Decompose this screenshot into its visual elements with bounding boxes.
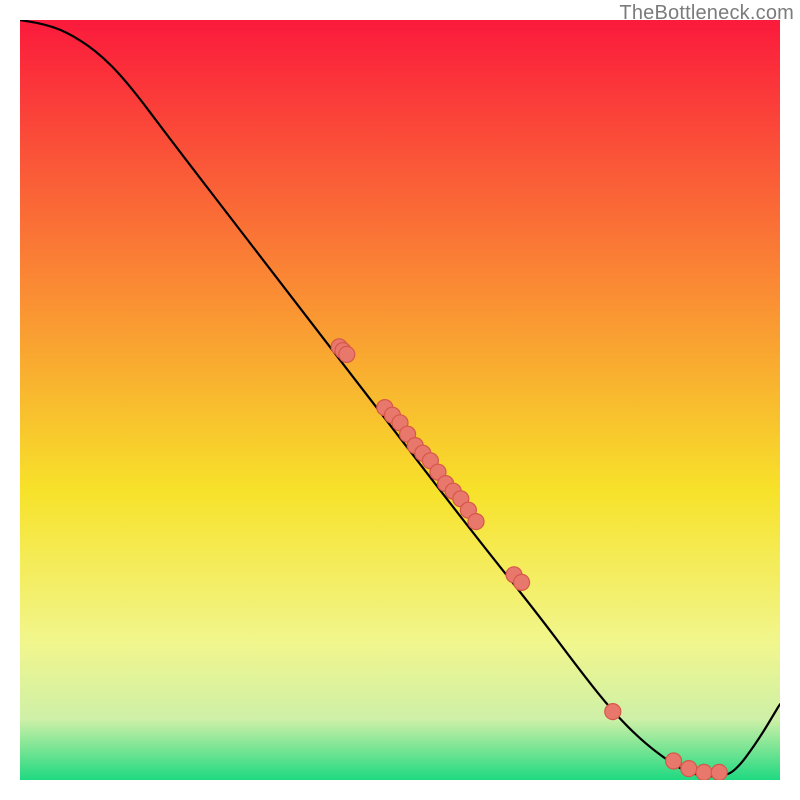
marker-dot <box>696 764 712 780</box>
marker-dot <box>681 761 697 777</box>
marker-dot <box>468 514 484 530</box>
chart-container: TheBottleneck.com <box>0 0 800 800</box>
marker-dot <box>666 753 682 769</box>
marker-dot <box>605 704 621 720</box>
marker-dot <box>339 346 355 362</box>
plot-area <box>20 20 780 780</box>
bottleneck-curve <box>20 20 780 776</box>
plot-svg <box>20 20 780 780</box>
marker-dot <box>711 764 727 780</box>
marker-dot <box>514 574 530 590</box>
marker-dots <box>331 339 727 780</box>
